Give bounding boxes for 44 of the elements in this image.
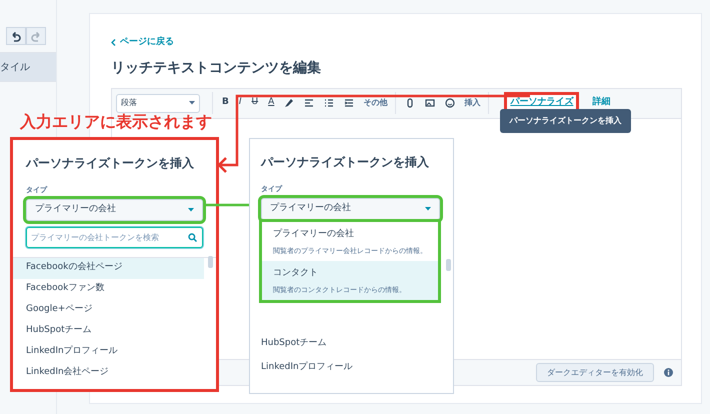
- info-icon[interactable]: [664, 368, 673, 377]
- token-item[interactable]: Facebookの会社ページ: [13, 258, 204, 278]
- sidebar-item[interactable]: タイル: [0, 52, 56, 82]
- dark-editor-button[interactable]: ダークエディターを有効化: [536, 363, 654, 382]
- paragraph-select[interactable]: 段落: [116, 94, 200, 112]
- token-item[interactable]: HubSpotチーム: [250, 332, 453, 356]
- smiley-icon[interactable]: [445, 98, 456, 108]
- panel-title: パーソナライズトークンを挿入: [26, 155, 195, 172]
- image-icon[interactable]: [425, 98, 436, 108]
- token-item[interactable]: LinkedInプロフィール: [13, 342, 204, 362]
- align-left-icon[interactable]: [304, 98, 314, 108]
- text-color-button[interactable]: A: [263, 96, 280, 110]
- caret-icon: [189, 101, 195, 105]
- tooltip: パーソナライズトークンを挿入: [500, 109, 631, 133]
- bold-button[interactable]: B: [217, 96, 234, 110]
- type-select[interactable]: プライマリーの会社: [261, 198, 440, 220]
- undo-icon: [10, 30, 22, 42]
- caret-icon: [425, 206, 431, 210]
- indent-icon[interactable]: [344, 98, 354, 108]
- token-item[interactable]: Facebookファン数: [13, 278, 204, 300]
- chevron-left-icon: [111, 39, 116, 46]
- italic-button[interactable]: I: [234, 96, 247, 110]
- undo-button[interactable]: [6, 27, 26, 45]
- strikethrough-button[interactable]: U: [246, 96, 264, 110]
- caret-icon: [188, 208, 194, 212]
- token-item[interactable]: LinkedIn会社ページ: [13, 362, 204, 384]
- scrollbar-thumb[interactable]: [446, 259, 451, 271]
- search-icon: [188, 232, 197, 242]
- token-item[interactable]: Google+ページ: [13, 300, 204, 320]
- page-title: リッチテキストコンテンツを編集: [111, 58, 322, 78]
- redo-icon: [30, 30, 42, 42]
- scrollbar-thumb[interactable]: [208, 256, 213, 268]
- more-menu[interactable]: その他: [359, 97, 392, 109]
- annotation-text: 入力エリアに表示されます: [20, 111, 212, 133]
- search-field[interactable]: プライマリーの会社トークンを検索: [26, 226, 203, 248]
- token-item[interactable]: LinkedInプロフィール: [250, 356, 453, 380]
- token-item[interactable]: HubSpotチーム: [13, 320, 204, 342]
- option-title: コンタクト: [273, 267, 319, 280]
- pen-icon[interactable]: [284, 98, 294, 108]
- panel-title: パーソナライズトークンを挿入: [261, 154, 430, 171]
- back-link[interactable]: ページに戻る: [111, 36, 174, 50]
- list-icon[interactable]: [324, 98, 334, 108]
- insert-menu[interactable]: 挿入: [460, 97, 484, 109]
- option-title: プライマリーの会社: [273, 228, 355, 241]
